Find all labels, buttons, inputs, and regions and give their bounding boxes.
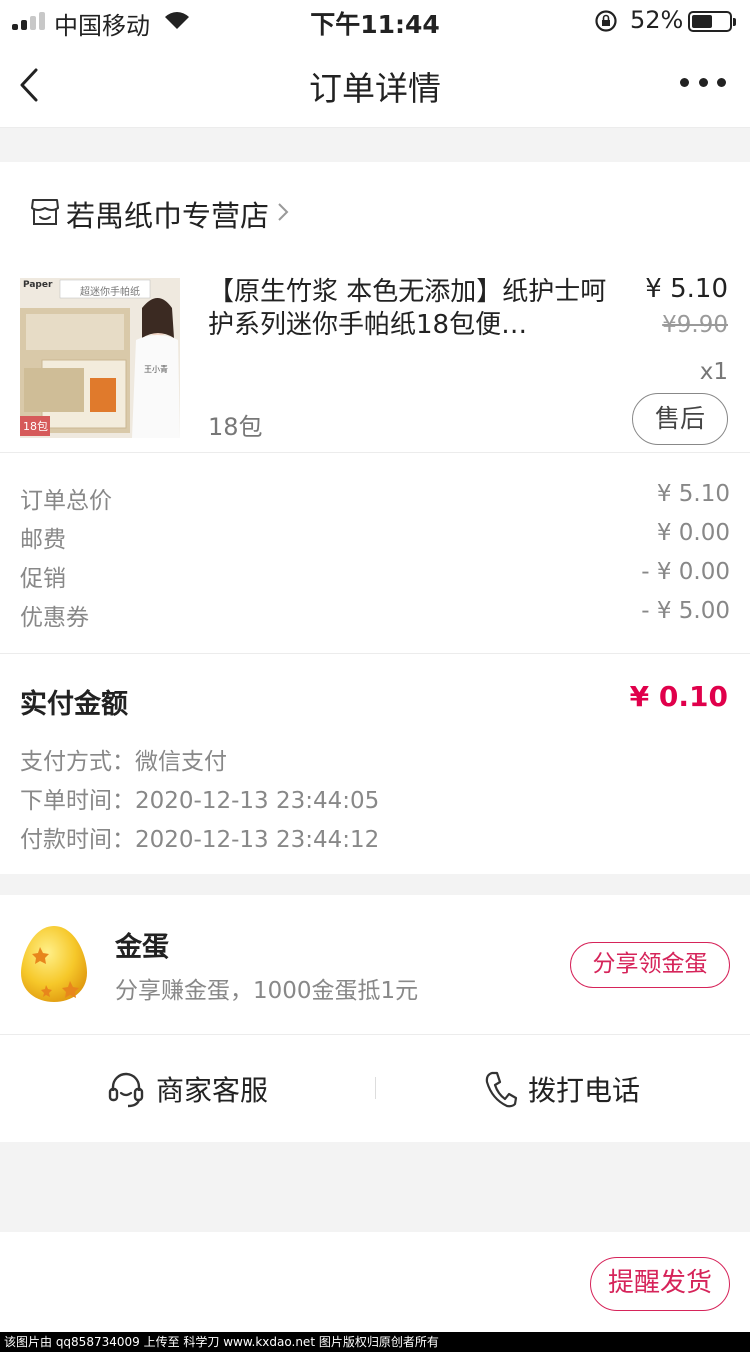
price-summary: 订单总价 ¥ 5.10 邮费 ¥ 0.00 促销 - ¥ 0.00 优惠券 - … — [0, 453, 750, 653]
product-price: ¥ 5.10 — [645, 274, 728, 304]
store-name: 若禺纸巾专营店 — [66, 199, 270, 233]
golden-egg-card: 金蛋 分享赚金蛋，1000金蛋抵1元 分享领金蛋 — [0, 895, 750, 1034]
golden-egg-desc: 分享赚金蛋，1000金蛋抵1元 — [115, 978, 419, 1004]
rotation-lock-icon — [595, 10, 617, 32]
chevron-right-icon — [278, 203, 289, 221]
call-phone-button[interactable]: 拨打电话 — [484, 1035, 640, 1143]
product-item[interactable]: Paper 超迷你手帕纸 18包 王小青 【原生竹浆 本色无添加】纸护士呵护系列… — [0, 262, 750, 452]
order-time: 下单时间：2020-12-13 23:44:05 — [20, 788, 380, 814]
product-quantity: x1 — [699, 359, 728, 385]
watermark-text: 该图片由 qq858734009 上传至 科学刀 www.kxdao.net 图… — [0, 1332, 750, 1352]
page-title: 订单详情 — [309, 69, 441, 108]
call-phone-label: 拨打电话 — [528, 1074, 641, 1107]
battery-icon — [688, 11, 736, 32]
golden-egg-title: 金蛋 — [115, 932, 169, 963]
product-original-price: ¥9.90 — [662, 312, 728, 338]
after-sale-button[interactable]: 售后 — [632, 393, 728, 445]
product-image-brand: Paper — [23, 280, 53, 290]
dot-icon — [680, 77, 689, 87]
dot-icon — [698, 77, 708, 87]
status-bar: 中国移动 下午11:44 52% — [0, 0, 750, 42]
summary-row: 优惠券 - ¥ 5.00 — [20, 598, 730, 637]
summary-value: - ¥ 5.00 — [641, 598, 730, 624]
more-options-button[interactable] — [680, 72, 726, 92]
contact-divider — [375, 1077, 376, 1099]
summary-value: ¥ 0.00 — [656, 520, 730, 546]
product-image[interactable]: Paper 超迷你手帕纸 18包 王小青 — [20, 278, 180, 438]
summary-value: ¥ 5.10 — [656, 481, 730, 507]
payment-info: 实付金额 ¥ 0.10 支付方式：微信支付 下单时间：2020-12-13 23… — [0, 654, 750, 874]
product-image-banner: 超迷你手帕纸 — [80, 287, 140, 298]
pay-time: 付款时间：2020-12-13 23:44:12 — [20, 827, 380, 853]
dot-icon — [717, 77, 726, 87]
merchant-service-label: 商家客服 — [156, 1074, 269, 1107]
golden-egg-icon — [21, 926, 87, 1002]
summary-label: 优惠券 — [20, 605, 89, 631]
remind-shipping-button[interactable]: 提醒发货 — [590, 1257, 730, 1311]
product-title: 【原生竹浆 本色无添加】纸护士呵护系列迷你手帕纸18包便… — [208, 277, 607, 340]
payment-method: 支付方式：微信支付 — [20, 749, 227, 775]
product-image-person: 王小青 — [144, 365, 168, 374]
share-egg-button[interactable]: 分享领金蛋 — [570, 942, 730, 988]
summary-row: 订单总价 ¥ 5.10 — [20, 481, 730, 520]
store-icon — [31, 199, 59, 225]
paid-amount-value: ¥ 0.10 — [629, 680, 728, 713]
summary-label: 邮费 — [20, 527, 66, 553]
battery-percent: 52% — [630, 6, 684, 34]
contact-bar: 商家客服 拨打电话 — [0, 1034, 750, 1142]
bottom-action-bar: 提醒发货 — [0, 1232, 750, 1332]
product-image-badge: 18包 — [23, 420, 48, 433]
paid-amount-label: 实付金额 — [20, 689, 128, 720]
summary-label: 促销 — [20, 566, 66, 592]
summary-label: 订单总价 — [20, 488, 112, 514]
summary-row: 邮费 ¥ 0.00 — [20, 520, 730, 559]
summary-value: - ¥ 0.00 — [641, 559, 730, 585]
store-header[interactable]: 若禺纸巾专营店 — [0, 162, 750, 262]
product-variant: 18包 — [208, 413, 263, 441]
merchant-service-button[interactable]: 商家客服 — [106, 1035, 268, 1143]
phone-icon — [485, 1071, 518, 1108]
headset-icon — [108, 1072, 144, 1108]
nav-bar: 订单详情 — [0, 42, 750, 128]
summary-row: 促销 - ¥ 0.00 — [20, 559, 730, 598]
